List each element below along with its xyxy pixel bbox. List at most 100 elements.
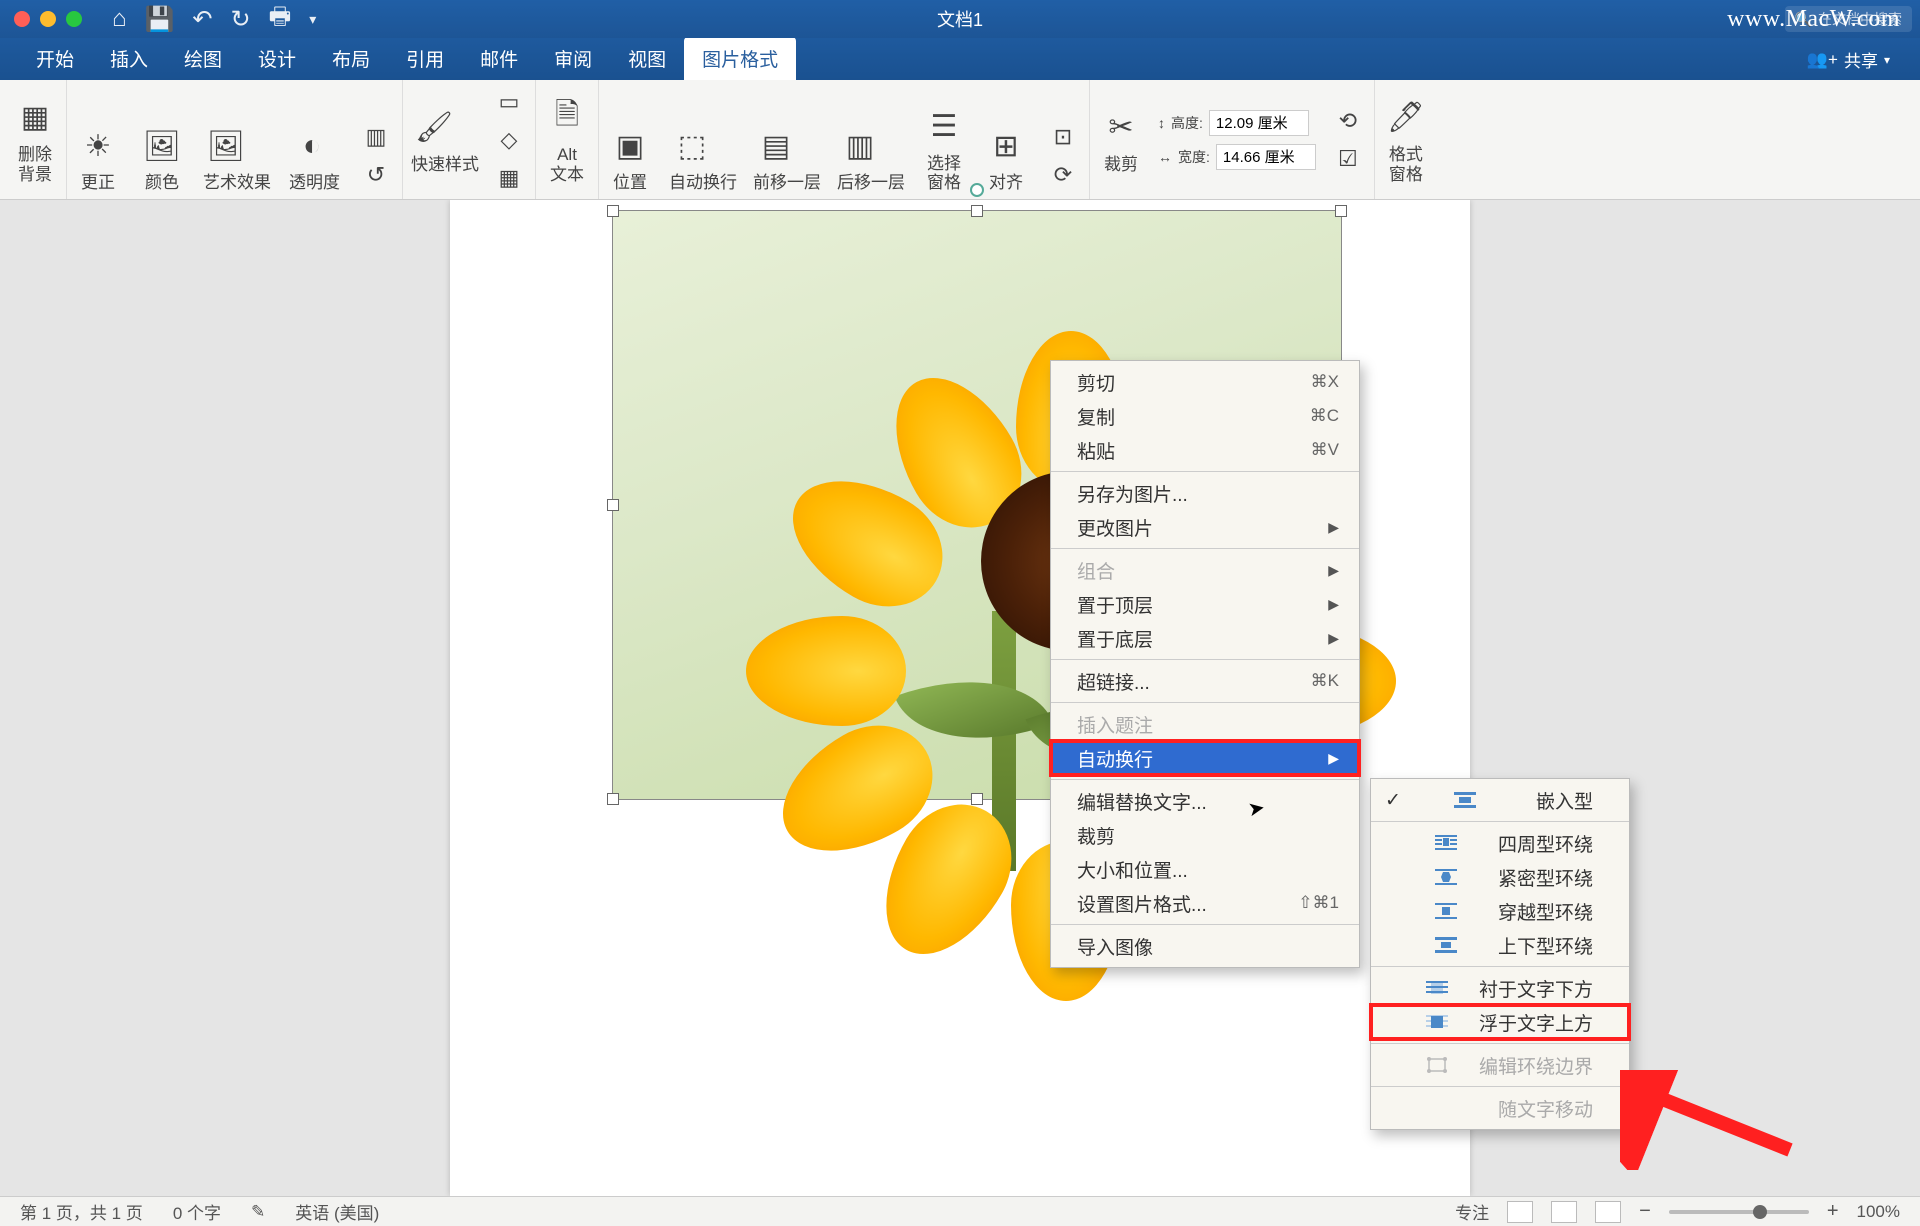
quick-styles-button[interactable]: 🖌 快速样式 (411, 105, 479, 175)
corrections-button[interactable]: ☀ 更正 (75, 123, 121, 193)
resize-handle-s[interactable] (971, 793, 983, 805)
bring-forward-button[interactable]: ▤ 前移一层 (753, 123, 821, 193)
maximize-window-button[interactable] (66, 11, 82, 27)
close-window-button[interactable] (14, 11, 30, 27)
reset-size-icon[interactable]: ⟲ (1330, 103, 1366, 139)
tab-design[interactable]: 设计 (240, 37, 314, 80)
tab-picture-format[interactable]: 图片格式 (684, 37, 796, 80)
border-effects-stack: ▭ ◇ ▦ (491, 84, 527, 196)
ctx-size-and-position[interactable]: 大小和位置... (1051, 852, 1359, 886)
page-indicator[interactable]: 第 1 页，共 1 页 (20, 1199, 143, 1224)
format-pane-button[interactable]: 🖊 格式 窗格 (1375, 80, 1437, 199)
send-backward-button[interactable]: ▥ 后移一层 (837, 123, 905, 193)
zoom-level[interactable]: 100% (1857, 1202, 1900, 1222)
picture-border-icon[interactable]: ▭ (491, 84, 527, 120)
align-button[interactable]: ⊞ 对齐 (983, 123, 1029, 193)
undo-icon[interactable]: ↶ (192, 5, 212, 34)
ctx-cut[interactable]: 剪切⌘X (1051, 365, 1359, 399)
tab-review[interactable]: 审阅 (536, 37, 610, 80)
wrap-square[interactable]: 四周型环绕 (1371, 826, 1629, 860)
transparency-button[interactable]: ◐ 透明度 (289, 123, 340, 193)
focus-mode[interactable]: 专注 (1455, 1199, 1489, 1224)
group-objects-icon[interactable]: ⊡ (1045, 119, 1081, 155)
redo-icon[interactable]: ↻ (231, 5, 251, 34)
ctx-send-to-back[interactable]: 置于底层▶ (1051, 621, 1359, 655)
crop-button[interactable]: ✂ 裁剪 (1098, 105, 1144, 175)
view-web-layout[interactable] (1551, 1201, 1577, 1223)
resize-handle-n[interactable] (971, 205, 983, 217)
ctx-save-as-picture[interactable]: 另存为图片... (1051, 476, 1359, 510)
ctx-change-picture[interactable]: 更改图片▶ (1051, 510, 1359, 544)
zoom-slider[interactable] (1669, 1210, 1809, 1214)
tab-draw[interactable]: 绘图 (166, 37, 240, 80)
wrap-front-icon (1424, 1013, 1450, 1031)
wrap-through-icon (1433, 902, 1459, 920)
resize-handle-ne[interactable] (1335, 205, 1347, 217)
ctx-hyperlink[interactable]: 超链接...⌘K (1051, 664, 1359, 698)
wrap-through[interactable]: 穿越型环绕 (1371, 894, 1629, 928)
wrap-text-button[interactable]: ⬚ 自动换行 (669, 123, 737, 193)
alt-text-button[interactable]: 🗎 Alt 文本 (536, 80, 599, 199)
tab-view[interactable]: 视图 (610, 37, 684, 80)
format-pane-icon: 🖊 (1383, 95, 1429, 141)
reset-picture-icon[interactable]: ↺ (358, 157, 394, 193)
lock-aspect-icon[interactable]: ☑ (1330, 141, 1366, 177)
wrap-inline[interactable]: ✓嵌入型 (1371, 783, 1629, 817)
resize-handle-w[interactable] (607, 499, 619, 511)
wrap-tight[interactable]: 紧密型环绕 (1371, 860, 1629, 894)
save-icon[interactable]: 💾 (145, 5, 175, 34)
ctx-edit-alt-text[interactable]: 编辑替换文字... (1051, 784, 1359, 818)
ctx-insert-caption: 插入题注 (1051, 707, 1359, 741)
home-icon[interactable]: ⌂ (112, 5, 127, 33)
group-remove-bg[interactable]: ▦ 删除 背景 (4, 80, 67, 199)
tab-layout[interactable]: 布局 (314, 37, 388, 80)
context-menu: 剪切⌘X 复制⌘C 粘贴⌘V 另存为图片... 更改图片▶ 组合▶ 置于顶层▶ … (1050, 360, 1360, 968)
rotation-handle[interactable] (970, 183, 984, 197)
wrap-tight-icon (1433, 868, 1459, 886)
ctx-paste[interactable]: 粘贴⌘V (1051, 433, 1359, 467)
wrap-behind-text[interactable]: 衬于文字下方 (1371, 971, 1629, 1005)
color-button[interactable]: 🖼 颜色 (139, 123, 185, 193)
wrap-square-icon (1433, 834, 1459, 852)
zoom-in-button[interactable]: + (1827, 1200, 1839, 1223)
spellcheck-icon[interactable]: ✎ (251, 1202, 265, 1222)
ctx-bring-to-front[interactable]: 置于顶层▶ (1051, 587, 1359, 621)
zoom-out-button[interactable]: − (1639, 1200, 1651, 1223)
resize-handle-nw[interactable] (607, 205, 619, 217)
position-button[interactable]: ▣ 位置 (607, 123, 653, 193)
position-icon: ▣ (607, 123, 653, 169)
selection-pane-button[interactable]: ☰ 选择 窗格 (921, 104, 967, 193)
ctx-format-picture[interactable]: 设置图片格式...⇧⌘1 (1051, 886, 1359, 920)
remove-background-icon: ▦ (12, 95, 58, 141)
print-icon[interactable]: 🖶 (269, 0, 292, 40)
tab-references[interactable]: 引用 (388, 37, 462, 80)
tab-mailings[interactable]: 邮件 (462, 37, 536, 80)
group-rotate-stack: ⊡ ⟳ (1045, 119, 1081, 193)
minimize-window-button[interactable] (40, 11, 56, 27)
word-count[interactable]: 0 个字 (173, 1199, 221, 1224)
quick-styles-icon: 🖌 (411, 105, 457, 151)
compress-pictures-icon[interactable]: ▥ (358, 119, 394, 155)
ctx-copy[interactable]: 复制⌘C (1051, 399, 1359, 433)
width-input[interactable] (1216, 144, 1316, 170)
wrap-in-front-of-text[interactable]: 浮于文字上方 (1371, 1005, 1629, 1039)
title-bar: ⌂ 💾 ↶ ↻ 🖶 ▾ 文档1 🔍 在文档中搜索 www.MacW.com (0, 0, 1920, 38)
picture-effects-icon[interactable]: ◇ (491, 122, 527, 158)
wrap-top-bottom[interactable]: 上下型环绕 (1371, 928, 1629, 962)
height-input[interactable] (1209, 110, 1309, 136)
resize-handle-sw[interactable] (607, 793, 619, 805)
rotate-icon[interactable]: ⟳ (1045, 157, 1081, 193)
tab-insert[interactable]: 插入 (92, 37, 166, 80)
ctx-import-image[interactable]: 导入图像 (1051, 929, 1359, 963)
ribbon: ▦ 删除 背景 ☀ 更正 🖼 颜色 🖼 艺术效果 ◐ 透明度 ▥ ↺ 🖌 快速样… (0, 80, 1920, 200)
tab-home[interactable]: 开始 (18, 37, 92, 80)
language-indicator[interactable]: 英语 (美国) (295, 1199, 379, 1224)
ctx-crop[interactable]: 裁剪 (1051, 818, 1359, 852)
customize-qat-icon[interactable]: ▾ (309, 11, 316, 28)
share-button[interactable]: 👥+共享▾ (1795, 39, 1902, 80)
view-print-layout[interactable] (1507, 1201, 1533, 1223)
ctx-wrap-text[interactable]: 自动换行▶ (1051, 741, 1359, 775)
artistic-effects-button[interactable]: 🖼 艺术效果 (203, 123, 271, 193)
picture-layout-icon[interactable]: ▦ (491, 160, 527, 196)
view-outline[interactable] (1595, 1201, 1621, 1223)
